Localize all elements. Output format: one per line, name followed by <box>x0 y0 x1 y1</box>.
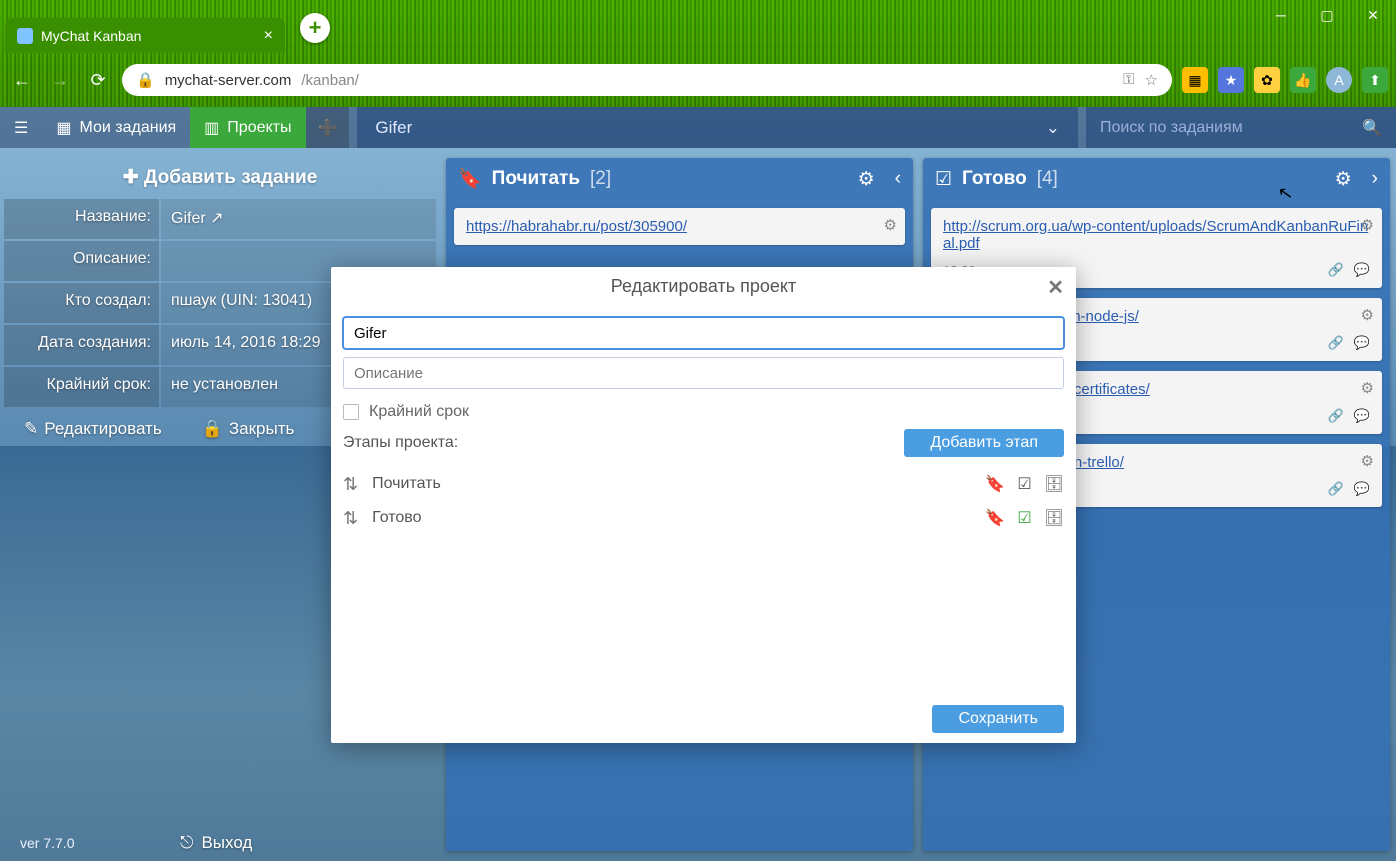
project-desc-input[interactable] <box>343 357 1064 389</box>
deadline-checkbox[interactable] <box>343 404 359 420</box>
drag-handle-icon[interactable]: ⇅ <box>343 474 358 495</box>
lock-icon: 🔒 <box>136 71 155 89</box>
check-icon[interactable]: ☑ <box>1017 508 1031 528</box>
extension-icon[interactable]: ⬆ <box>1362 67 1388 93</box>
key-icon[interactable]: ⚿ <box>1123 71 1134 89</box>
window-minimize-icon[interactable]: ─ <box>1258 0 1304 30</box>
bookmark-icon[interactable]: 🔖 <box>985 508 1005 528</box>
archive-icon[interactable]: 🗄 <box>1044 474 1064 494</box>
extension-icon[interactable]: 👍 <box>1290 67 1316 93</box>
profile-avatar[interactable]: A <box>1326 67 1352 93</box>
stage-row: ⇅ Готово 🔖 ☑ 🗄 <box>343 501 1064 535</box>
forward-button[interactable]: → <box>46 66 74 94</box>
extension-icon[interactable]: ✿ <box>1254 67 1280 93</box>
stage-row: ⇅ Почитать 🔖 ☑ 🗄 <box>343 467 1064 501</box>
star-icon[interactable]: ☆ <box>1145 71 1158 89</box>
tab-title: MyChat Kanban <box>41 28 141 44</box>
deadline-checkbox-label: Крайний срок <box>369 403 469 421</box>
check-icon[interactable]: ☑ <box>1017 474 1031 494</box>
stage-name: Почитать <box>372 475 971 493</box>
url-host: mychat-server.com <box>165 72 292 89</box>
new-tab-button[interactable]: + <box>300 13 330 43</box>
back-button[interactable]: ← <box>8 66 36 94</box>
drag-handle-icon[interactable]: ⇅ <box>343 508 358 529</box>
extension-icon[interactable]: ★ <box>1218 67 1244 93</box>
extension-icon[interactable]: ▦ <box>1182 67 1208 93</box>
stage-name: Готово <box>372 509 971 527</box>
stages-label: Этапы проекта: <box>343 434 458 452</box>
reload-button[interactable]: ⟳ <box>84 66 112 94</box>
add-stage-button[interactable]: Добавить этап <box>904 429 1064 457</box>
tab-favicon <box>17 28 33 44</box>
browser-tab[interactable]: MyChat Kanban × <box>5 18 285 53</box>
modal-title: Редактировать проект <box>611 276 796 297</box>
bookmark-icon[interactable]: 🔖 <box>985 474 1005 494</box>
tab-close-icon[interactable]: × <box>264 27 273 45</box>
window-close-icon[interactable]: ✕ <box>1350 0 1396 30</box>
address-bar[interactable]: 🔒 mychat-server.com/kanban/ ⚿ ☆ <box>122 64 1172 96</box>
edit-project-modal: Редактировать проект ✕ Крайний срок Этап… <box>331 267 1076 743</box>
archive-icon[interactable]: 🗄 <box>1044 508 1064 528</box>
window-maximize-icon[interactable]: ▢ <box>1304 0 1350 30</box>
project-name-input[interactable] <box>343 317 1064 349</box>
url-path: /kanban/ <box>301 72 359 89</box>
modal-close-icon[interactable]: ✕ <box>1047 275 1064 300</box>
save-button[interactable]: Сохранить <box>932 705 1064 733</box>
